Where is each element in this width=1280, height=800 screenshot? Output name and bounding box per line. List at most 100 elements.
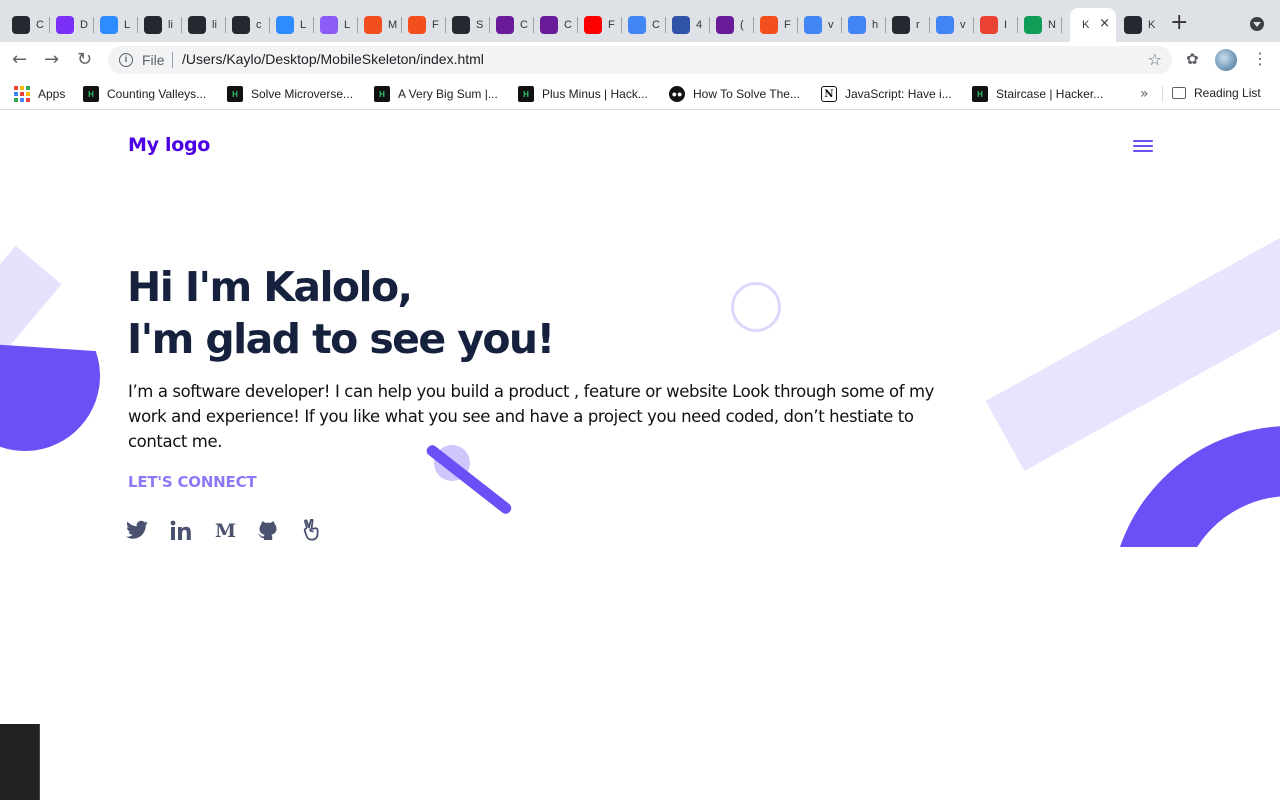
social-links: M <box>126 517 346 543</box>
browser-tab[interactable]: C <box>6 8 50 42</box>
browser-tab[interactable]: c <box>226 8 270 42</box>
bookmark-label: Counting Valleys... <box>107 87 207 101</box>
page-lower-area <box>0 547 1280 800</box>
profile-avatar[interactable] <box>1215 49 1237 71</box>
reading-list-icon <box>1172 87 1186 99</box>
bookmark-label: JavaScript: Have i... <box>845 87 952 101</box>
notion-icon: N <box>821 86 837 102</box>
twitter-icon[interactable] <box>126 517 170 543</box>
figma-icon <box>56 16 74 34</box>
browser-tab-label: L <box>300 19 307 31</box>
hackerrank-icon: H <box>518 86 534 102</box>
new-tab-button[interactable]: + <box>1170 12 1188 34</box>
bookmark-star-icon[interactable]: ☆ <box>1148 50 1162 69</box>
github-icon[interactable] <box>258 517 302 543</box>
browser-tab[interactable]: M <box>358 8 402 42</box>
browser-tab[interactable]: h <box>842 8 886 42</box>
apps-bookmark[interactable]: Apps <box>14 86 65 102</box>
reload-icon[interactable]: ↻ <box>77 50 92 70</box>
tab-search-icon[interactable] <box>1250 17 1264 31</box>
extensions-icon[interactable]: ✿ <box>1186 50 1199 68</box>
bookmark-item[interactable]: H Plus Minus | Hack... <box>518 86 648 102</box>
browser-tab[interactable]: C <box>622 8 666 42</box>
back-icon[interactable]: ← <box>12 50 27 70</box>
bookmark-item[interactable]: ●● How To Solve The... <box>669 86 800 102</box>
forward-icon[interactable]: → <box>44 50 59 70</box>
browser-tab-label: N <box>1048 19 1056 31</box>
hero-heading-line1: Hi I'm Kalolo, <box>127 263 413 311</box>
bookmark-item[interactable]: H Staircase | Hacker... <box>972 86 1103 102</box>
gear-icon <box>320 16 338 34</box>
browser-tab[interactable]: F <box>578 8 622 42</box>
browser-tab-label: C <box>652 19 660 31</box>
url-scheme: File <box>142 52 165 68</box>
bookmark-item[interactable]: H Counting Valleys... <box>83 86 206 102</box>
google-icon <box>804 16 822 34</box>
active-browser-tab[interactable]: K × <box>1070 8 1116 42</box>
browser-tab-label: v <box>960 19 966 31</box>
medium-icon[interactable]: M <box>214 517 258 543</box>
decor-stick-shape <box>424 443 514 516</box>
reading-list-label: Reading List <box>1194 86 1261 100</box>
browser-tab[interactable]: D <box>50 8 94 42</box>
web-page: My logo Hi I'm Kalolo, I'm glad to see y… <box>0 111 1280 800</box>
browser-toolbar: ← → ↻ i File /Users/Kaylo/Desktop/Mobile… <box>0 42 1280 78</box>
zoom-icon <box>276 16 294 34</box>
browser-tab[interactable]: li <box>182 8 226 42</box>
browser-tab-label: ( <box>740 19 744 31</box>
active-tab-label: K <box>1082 19 1090 31</box>
angellist-icon[interactable] <box>302 517 346 543</box>
zoom-icon <box>100 16 118 34</box>
hero-heading-line2: I'm glad to see you! <box>127 315 555 363</box>
google-icon <box>936 16 954 34</box>
reading-list-button[interactable]: Reading List <box>1172 86 1261 100</box>
reading-list-divider <box>1162 86 1163 102</box>
bookmark-label: Staircase | Hacker... <box>996 87 1104 101</box>
docs-icon <box>628 16 646 34</box>
browser-tab[interactable]: L <box>270 8 314 42</box>
lets-connect-link[interactable]: LET'S CONNECT <box>128 473 257 491</box>
browser-tab-label: K <box>1148 19 1156 31</box>
browser-tab[interactable]: L <box>94 8 138 42</box>
bookmark-item[interactable]: N JavaScript: Have i... <box>821 86 952 102</box>
info-icon[interactable]: i <box>119 53 133 67</box>
site-logo[interactable]: My logo <box>128 134 210 156</box>
github-icon <box>1124 16 1142 34</box>
address-bar[interactable]: i File /Users/Kaylo/Desktop/MobileSkelet… <box>108 46 1172 74</box>
svg-text:M: M <box>215 520 236 540</box>
browser-tab[interactable]: ( <box>710 8 754 42</box>
browser-tab[interactable]: C <box>534 8 578 42</box>
browser-tab[interactable]: li <box>138 8 182 42</box>
browser-tab-label: S <box>476 19 484 31</box>
browser-tab-label: C <box>36 19 44 31</box>
menu-hamburger-icon[interactable] <box>1133 139 1153 153</box>
url-text[interactable]: /Users/Kaylo/Desktop/MobileSkeleton/inde… <box>182 51 484 67</box>
browser-tab[interactable]: I <box>974 8 1018 42</box>
browser-tab[interactable]: r <box>886 8 930 42</box>
google-icon <box>848 16 866 34</box>
bookmark-item[interactable]: H Solve Microverse... <box>227 86 353 102</box>
browser-tab-label: F <box>432 19 439 31</box>
browser-tab[interactable]: S <box>446 8 490 42</box>
bookmarks-overflow-icon[interactable]: » <box>1140 86 1149 102</box>
browser-tab[interactable]: C <box>490 8 534 42</box>
browser-tab[interactable]: L <box>314 8 358 42</box>
browser-tab[interactable]: F <box>402 8 446 42</box>
browser-tab[interactable]: K <box>1118 8 1162 42</box>
browser-tab[interactable]: v <box>930 8 974 42</box>
linkedin-icon[interactable] <box>170 517 214 543</box>
browser-tab[interactable]: v <box>798 8 842 42</box>
browser-tab-label: c <box>256 19 262 31</box>
browser-tab[interactable]: 4 <box>666 8 710 42</box>
browser-tab-label: li <box>212 19 217 31</box>
close-tab-icon[interactable]: × <box>1099 16 1110 31</box>
browser-tab-label: 4 <box>696 19 703 31</box>
browser-menu-icon[interactable]: ⋮ <box>1252 50 1268 68</box>
bookmark-item[interactable]: H A Very Big Sum |... <box>374 86 498 102</box>
bookmarks-bar: » Apps H Counting Valleys... H Solve Microve… <box>0 78 1280 110</box>
browser-tab[interactable]: F <box>754 8 798 42</box>
github-icon <box>452 16 470 34</box>
browser-tab[interactable]: N <box>1018 8 1062 42</box>
browser-tab-label: F <box>784 19 791 31</box>
drive-icon <box>1024 16 1042 34</box>
